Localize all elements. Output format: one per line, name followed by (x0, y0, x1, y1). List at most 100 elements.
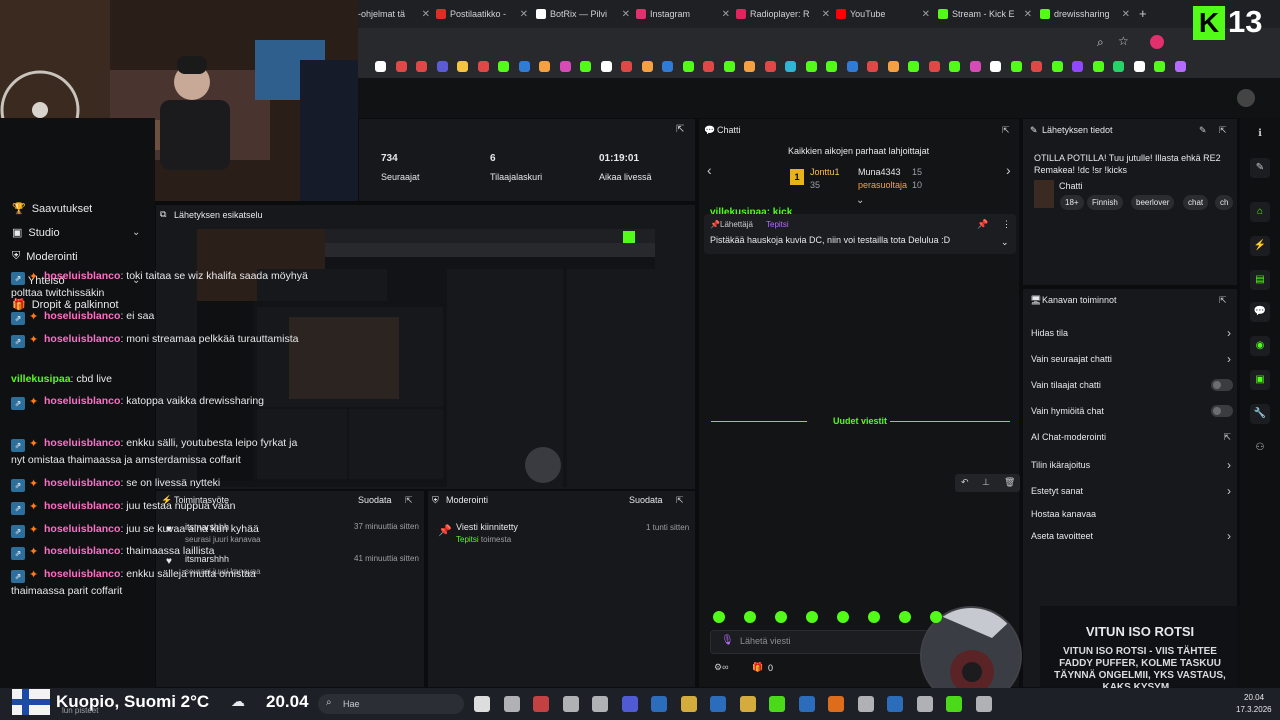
channel-action-row[interactable]: Estetyt sanat › (1031, 484, 1231, 498)
bookmark-icon[interactable] (641, 61, 653, 72)
bookmark-icon[interactable] (723, 61, 735, 72)
toggle-switch[interactable] (1211, 379, 1233, 391)
collapse-icon[interactable]: ⌄ (856, 195, 864, 206)
bookmark-icon[interactable] (1092, 61, 1104, 72)
taskbar-app-icon[interactable] (739, 696, 756, 712)
channel-action-row[interactable]: AI Chat-moderointi ⇱ (1031, 432, 1231, 442)
sidebar-item-achievements[interactable]: 🏆 Saavutukset (12, 202, 92, 216)
chat-username[interactable]: hoseluisblanco (44, 395, 120, 407)
stream-tag[interactable]: ch (1215, 195, 1233, 210)
bookmark-icon[interactable] (1072, 61, 1083, 72)
chat-message[interactable]: ⇗ ✦ hoseluisblanco: thaimaassa laillista (11, 543, 311, 560)
chevron-right-icon[interactable]: › (1006, 162, 1011, 178)
chat-message[interactable]: ⇗ ✦ hoseluisblanco: ei saa (11, 308, 311, 325)
emote-icon[interactable] (899, 611, 911, 623)
broadcast-icon[interactable]: ◉ (1250, 336, 1270, 356)
taskbar-app-icon[interactable] (916, 696, 933, 712)
chat-username[interactable]: hoseluisblanco (44, 523, 120, 535)
chat-message[interactable]: ⇗ ✦ hoseluisblanco: enkku sälli, youtubest… (11, 435, 311, 469)
gift-icon[interactable]: 🎁 (752, 662, 763, 673)
stream-tag[interactable]: beerlover (1131, 195, 1175, 210)
taskbar-app-icon[interactable] (769, 696, 785, 712)
moderation-filter-button[interactable]: Suodata (629, 495, 663, 505)
browser-tab[interactable]: YouTube ✕ (836, 4, 930, 24)
chevron-left-icon[interactable]: ‹ (707, 162, 712, 178)
sidebar-item-studio[interactable]: ▣ Studio ⌄ (12, 226, 140, 240)
bookmark-icon[interactable] (375, 61, 386, 72)
unpin-icon[interactable]: 📌 (977, 219, 988, 230)
chat-username[interactable]: hoseluisblanco (44, 477, 120, 489)
browser-tab[interactable]: -ohjelmat tä ✕ (358, 4, 430, 24)
browser-tab[interactable]: Radioplayer: R ✕ (736, 4, 830, 24)
browser-tab[interactable]: Postilaatikko - ✕ (436, 4, 528, 24)
expand-icon[interactable]: ⇱ (405, 495, 413, 506)
chat-message[interactable]: ⇗ ✦ hoseluisblanco: juu testaa nuppua vaan (11, 498, 311, 515)
taskbar-app-icon[interactable] (680, 696, 697, 712)
bookmark-icon[interactable] (1113, 61, 1124, 72)
emote-icon[interactable] (775, 611, 787, 623)
bookmark-icon[interactable] (1133, 61, 1145, 72)
bookmark-icon[interactable] (908, 61, 919, 72)
browser-tab[interactable]: Instagram ✕ (636, 4, 730, 24)
emote-icon[interactable] (744, 611, 756, 623)
chat-icon[interactable]: 💬 (1250, 302, 1270, 322)
chat-username[interactable]: hoseluisblanco (44, 568, 120, 580)
expand-icon[interactable]: ⇱ (1002, 125, 1010, 136)
channel-action-row[interactable]: Hidas tila › (1031, 326, 1231, 340)
bookmark-icon[interactable] (785, 61, 796, 72)
bookmark-icon[interactable] (867, 61, 878, 72)
chat-username[interactable]: hoseluisblanco (44, 437, 120, 449)
monitor-icon[interactable]: ▣ (1250, 370, 1270, 390)
bookmark-icon[interactable] (887, 61, 899, 72)
taskbar-app-icon[interactable] (828, 696, 844, 712)
community-icon[interactable]: ⚇ (1250, 438, 1270, 458)
bookmark-icon[interactable] (1051, 61, 1063, 72)
emote-icon[interactable] (837, 611, 849, 623)
toggle-switch[interactable] (1211, 405, 1233, 417)
taskbar-app-icon[interactable] (562, 696, 579, 712)
expand-icon[interactable]: ⇱ (1219, 125, 1227, 136)
bookmark-icon[interactable] (436, 61, 448, 72)
bookmark-icon[interactable] (416, 61, 427, 72)
bookmark-icon[interactable] (539, 61, 550, 72)
camera-icon[interactable]: ⌂ (1250, 202, 1270, 222)
chat-username[interactable]: villekusipaa (11, 373, 71, 385)
stream-tag[interactable]: chat (1183, 195, 1209, 210)
taskbar-app-icon[interactable] (887, 696, 903, 712)
bookmark-icon[interactable] (1174, 61, 1186, 72)
chat-message[interactable]: ⇗ ✦ hoseluisblanco: se on livessä nytteki (11, 475, 311, 492)
pencil-icon[interactable]: ✎ (1199, 125, 1207, 136)
zoom-icon[interactable]: ⌕ (1097, 35, 1104, 50)
taskbar-search[interactable] (318, 694, 464, 714)
channel-action-row[interactable]: Tilin ikärajoitus › (1031, 458, 1231, 472)
expand-icon[interactable]: ⇱ (1219, 295, 1227, 306)
bookmark-icon[interactable] (990, 61, 1001, 72)
bolt-icon[interactable]: ⚡ (1250, 236, 1270, 256)
chat-username[interactable]: hoseluisblanco (44, 310, 120, 322)
wrench-icon[interactable]: 🔧 (1250, 404, 1270, 424)
channel-action-row[interactable]: Aseta tavoitteet › (1031, 529, 1231, 543)
chat-username[interactable]: hoseluisblanco (44, 500, 120, 512)
emote-icon[interactable] (930, 611, 942, 623)
expand-icon[interactable]: ⇱ (676, 495, 684, 506)
taskbar-app-icon[interactable] (592, 696, 608, 712)
pin-icon[interactable]: ⊥ (982, 477, 990, 488)
close-icon[interactable]: ✕ (722, 9, 730, 20)
avatar[interactable] (1237, 89, 1255, 107)
bookmark-icon[interactable] (744, 61, 755, 72)
chat-message[interactable]: ⇗ ✦ hoseluisblanco: moni streamaa pelkkää … (11, 331, 311, 348)
chat-message[interactable]: villekusipaa: cbd live (11, 371, 311, 388)
taskbar-app-icon[interactable] (710, 696, 726, 712)
taskbar-app-icon[interactable] (533, 696, 549, 712)
taskbar-app-icon[interactable] (946, 696, 962, 712)
stream-tag[interactable]: 18+ (1060, 195, 1084, 210)
more-icon[interactable]: ⋮ (1002, 219, 1011, 230)
bookmark-icon[interactable] (703, 61, 714, 72)
taskbar-app-icon[interactable] (857, 696, 874, 712)
chat-message[interactable]: ⇗ ✦ hoseluisblanco: juu se kuvaa aina kun … (11, 521, 311, 538)
channel-action-row[interactable]: Vain tilaajat chatti (1031, 379, 1233, 391)
taskbar-app-icon[interactable] (474, 696, 490, 712)
close-icon[interactable]: ✕ (1122, 9, 1130, 20)
emote-icon[interactable] (868, 611, 880, 623)
new-tab-button[interactable]: + (1139, 6, 1147, 21)
